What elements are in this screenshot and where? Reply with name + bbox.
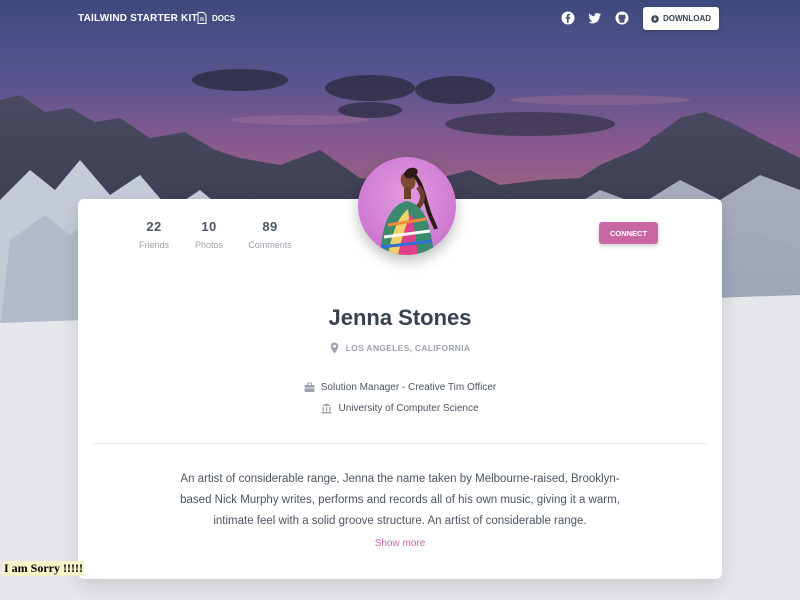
stat-value: 22 [146,219,162,234]
brand-link[interactable]: TAILWIND STARTER KIT [78,13,198,24]
stat-value: 10 [201,219,217,234]
stat-friends: 22 Friends [134,219,174,250]
top-navbar: TAILWIND STARTER KIT DOCS DOWNLOAD [0,0,800,38]
github-icon [615,11,629,25]
education-row: University of Computer Science [78,403,722,414]
show-more-link[interactable]: Show more [78,538,722,549]
github-button[interactable] [615,11,629,25]
download-button[interactable]: DOWNLOAD [643,7,719,30]
stat-label: Comments [248,240,292,250]
stat-photos: 10 Photos [189,219,229,250]
job-row: Solution Manager - Creative Tim Officer [78,382,722,393]
university-icon [321,403,332,414]
docs-label: DOCS [212,13,236,23]
profile-photo [358,157,456,255]
facebook-button[interactable] [561,11,575,25]
facebook-icon [561,11,575,25]
divider [94,443,706,444]
connect-button[interactable]: CONNECT [599,222,658,244]
stat-value: 89 [262,219,278,234]
stat-comments: 89 Comments [244,219,296,250]
bio-text: An artist of considerable range, Jenna t… [180,473,620,527]
profile-name: Jenna Stones [328,305,472,330]
map-marker-icon [330,342,338,354]
job-text: Solution Manager - Creative Tim Officer [320,382,497,393]
stat-label: Friends [138,240,169,250]
download-icon [651,14,659,23]
avatar [358,157,456,255]
twitter-icon [588,13,601,24]
briefcase-icon [304,382,315,392]
profile-card: 22 Friends 10 Photos 89 Comments CONNECT… [78,157,722,579]
location-text: LOS ANGELES, CALIFORNIA [345,343,471,353]
file-icon [197,12,207,24]
education-text: University of Computer Science [338,403,479,414]
location-row: LOS ANGELES, CALIFORNIA [78,342,722,354]
stat-label: Photos [194,240,224,250]
overlay-text: I am Sorry !!!!! [3,561,84,576]
download-label: DOWNLOAD [663,14,711,23]
docs-link[interactable]: DOCS [197,12,235,24]
twitter-button[interactable] [588,11,602,25]
